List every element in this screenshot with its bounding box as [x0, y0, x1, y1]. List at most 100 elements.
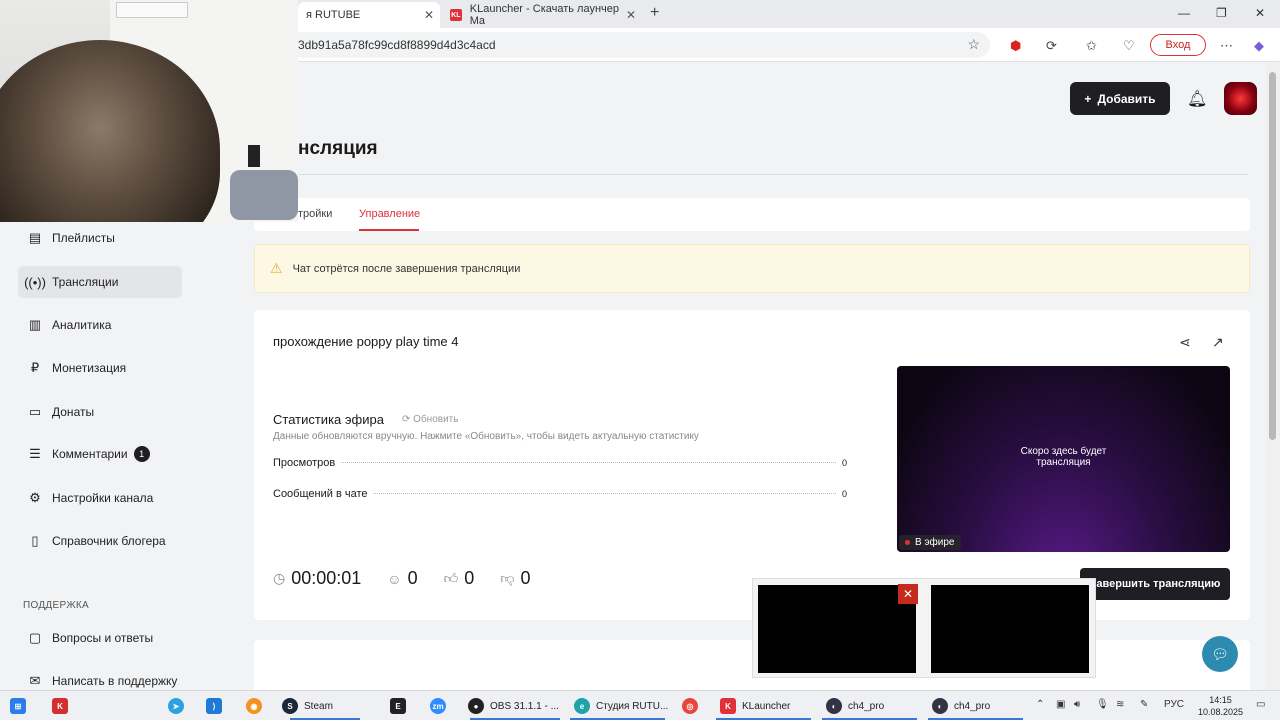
- chat-warning-banner: ⚠ Чат сотрётся после завершения трансляц…: [254, 244, 1250, 293]
- taskbar-app-telegram[interactable]: ➤: [168, 696, 190, 716]
- login-button[interactable]: Вход: [1150, 34, 1206, 56]
- tab-management[interactable]: Управление: [359, 208, 420, 220]
- open-external-icon[interactable]: ↗: [1212, 334, 1224, 351]
- scroll-thumb[interactable]: [1269, 72, 1276, 440]
- taskbar-app-label: OBS 31.1.1 - ...: [490, 700, 559, 712]
- sidebar-item-contact-support[interactable]: ✉ Написать в поддержку: [18, 665, 182, 690]
- sidebar-item-label: Вопросы и ответы: [52, 631, 154, 645]
- taskbar-app-blender[interactable]: ◉: [246, 696, 268, 716]
- sidebar-item-label: Аналитика: [52, 318, 112, 332]
- tray-chevron-icon[interactable]: ⌃: [1036, 699, 1044, 710]
- close-window-icon[interactable]: ✕: [1255, 6, 1265, 20]
- taskbar-app-epic[interactable]: E: [390, 696, 412, 716]
- thumbs-down-icon: 👎︎: [500, 570, 515, 586]
- health-icon[interactable]: ♡: [1123, 38, 1135, 54]
- taskbar-app-ch4-pro-2[interactable]: ◐ ch4_pro: [932, 696, 990, 716]
- copilot-icon[interactable]: ◆: [1254, 38, 1264, 54]
- extension-shield-icon[interactable]: ⬢: [1010, 38, 1021, 54]
- avatar[interactable]: [1224, 82, 1257, 115]
- volume-icon[interactable]: 🔊︎: [1074, 699, 1080, 710]
- warning-text: Чат сотрётся после завершения трансляции: [292, 262, 521, 275]
- sidebar-item-monetization[interactable]: ₽ Монетизация: [18, 352, 182, 384]
- tab-settings[interactable]: тройки: [298, 208, 332, 220]
- window-thumbnail[interactable]: [758, 585, 916, 673]
- taskbar-app-label: ch4_pro: [954, 700, 991, 712]
- taskbar-app-ch4-pro-1[interactable]: ◐ ch4_pro: [826, 696, 884, 716]
- sidebar-item-comments[interactable]: ☰ Комментарии 1: [18, 438, 182, 470]
- stat-label: Сообщений в чате: [273, 488, 368, 500]
- viewer-icon: ☺: [387, 570, 402, 587]
- dislikes-value: 0: [520, 568, 531, 588]
- monetization-icon: ₽: [30, 360, 40, 375]
- stream-preview[interactable]: Скоро здесь будет трансляция В эфире: [897, 366, 1230, 552]
- browser-tab-rutube[interactable]: я RUTUBE ✕: [298, 2, 440, 28]
- close-tab-icon[interactable]: ✕: [424, 8, 434, 22]
- clock-icon: ◷: [273, 570, 286, 586]
- sidebar-item-label: Плейлисты: [52, 231, 115, 245]
- taskbar-app-klauncher[interactable]: K KLauncher: [720, 696, 790, 716]
- taskbar-app-edge[interactable]: e Студия RUTU...: [574, 696, 668, 716]
- telegram-icon: ➤: [168, 698, 184, 714]
- page-scrollbar[interactable]: [1266, 62, 1280, 690]
- taskbar-app-steam[interactable]: S Steam: [282, 696, 333, 716]
- preview-placeholder: Скоро здесь будет трансляция: [1020, 446, 1107, 468]
- maximize-icon[interactable]: ❐: [1216, 6, 1227, 20]
- epic-games-icon: E: [390, 698, 406, 714]
- browser-tab-klauncher[interactable]: KL KLauncher - Скачать лаунчер Ma ✕: [442, 2, 642, 28]
- taskbar-app-chrome[interactable]: ◎: [682, 696, 704, 716]
- close-tab-icon[interactable]: ✕: [626, 8, 636, 22]
- sidebar-item-broadcasts[interactable]: ((•)) Трансляции: [18, 266, 182, 298]
- microphone-icon[interactable]: 🎙︎: [1096, 699, 1109, 710]
- window-thumbnail[interactable]: [931, 585, 1089, 673]
- viewers-value: 0: [407, 568, 418, 588]
- bell-icon[interactable]: 🔔︎: [1187, 89, 1207, 109]
- taskbar-app-kaspersky[interactable]: K: [52, 696, 74, 716]
- clock[interactable]: 14:15 10.08.2025: [1198, 694, 1243, 718]
- sidebar-item-channel-settings[interactable]: ⚙ Настройки канала: [18, 482, 182, 514]
- taskbar-thumbnail-popup: ✕: [752, 578, 1096, 678]
- sidebar-item-blogger-guide[interactable]: ▯ Справочник блогера: [18, 525, 182, 557]
- plus-icon: +: [1084, 91, 1092, 106]
- bookmark-star-icon[interactable]: ☆: [967, 36, 980, 53]
- end-stream-button[interactable]: Завершить трансляцию: [1080, 568, 1230, 600]
- dislikes-counter: 👎︎ 0: [500, 568, 530, 589]
- new-tab-icon[interactable]: +: [650, 4, 659, 22]
- taskbar-app-vscode[interactable]: ⟩: [206, 696, 228, 716]
- taskbar-app-label: Студия RUTU...: [596, 700, 669, 712]
- minimize-icon[interactable]: —: [1178, 6, 1190, 20]
- sidebar-item-label: Донаты: [52, 405, 95, 419]
- live-counters: ◷ 00:00:01 ☺ 0 👍︎ 0 👎︎ 0: [273, 568, 557, 589]
- klauncher-icon: K: [720, 698, 736, 714]
- close-thumbnail-icon[interactable]: ✕: [898, 584, 918, 604]
- edge-icon: e: [574, 698, 590, 714]
- stat-value: 0: [841, 458, 847, 468]
- live-label: В эфире: [915, 537, 955, 548]
- refresh-button[interactable]: ⟳ Обновить: [402, 414, 458, 425]
- add-button[interactable]: + Добавить: [1070, 82, 1170, 115]
- sidebar-item-faq[interactable]: ▢ Вопросы и ответы: [18, 622, 182, 654]
- donations-icon: ▭: [28, 404, 42, 419]
- refresh-label: Обновить: [413, 414, 459, 425]
- comments-icon: ☰: [29, 446, 41, 461]
- notification-icon[interactable]: ▭: [1256, 699, 1265, 710]
- more-menu-icon[interactable]: ⋯: [1220, 38, 1233, 54]
- pen-icon[interactable]: ✎: [1140, 699, 1148, 710]
- faq-icon: ▢: [28, 630, 42, 645]
- sidebar-item-playlists[interactable]: ▤ Плейлисты: [18, 222, 182, 254]
- taskbar-app-obs[interactable]: ● OBS 31.1.1 - ...: [468, 696, 559, 716]
- book-icon: ▯: [31, 533, 39, 548]
- favorites-icon[interactable]: ✩: [1086, 38, 1097, 54]
- sidebar-item-donations[interactable]: ▭ Донаты: [18, 396, 182, 428]
- tray-app-icon[interactable]: ▣: [1056, 699, 1065, 710]
- start-button[interactable]: ⊞: [10, 696, 32, 716]
- share-icon[interactable]: ⋖: [1179, 334, 1191, 351]
- taskbar-app-zoom[interactable]: zm: [430, 696, 452, 716]
- language-indicator[interactable]: РУС: [1164, 699, 1184, 710]
- sidebar-item-label: Справочник блогера: [52, 534, 166, 548]
- support-chat-button[interactable]: 💬︎: [1202, 636, 1238, 672]
- sidebar-item-analytics[interactable]: ▥ Аналитика: [18, 309, 182, 341]
- wifi-icon[interactable]: ≋: [1116, 699, 1124, 710]
- taskbar-app-label: Steam: [304, 700, 333, 712]
- extension-puzzle-icon[interactable]: ⟳: [1046, 38, 1057, 54]
- url-input[interactable]: 3db91a5a78fc99cd8f8899d4d3c4acd ☆: [290, 32, 990, 58]
